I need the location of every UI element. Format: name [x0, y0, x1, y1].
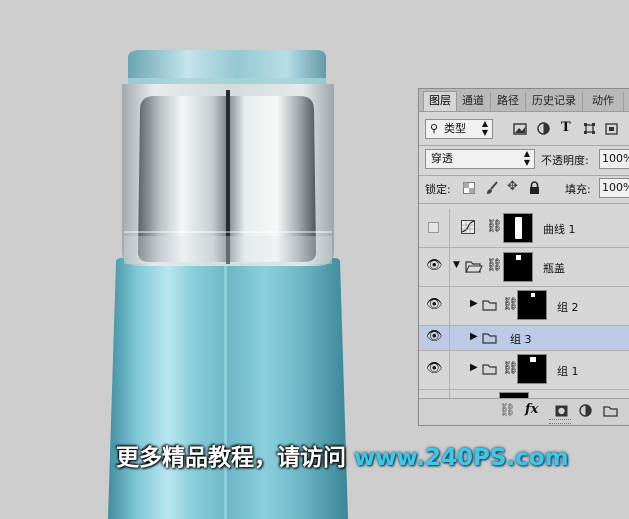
shape-filter-icon[interactable] — [583, 122, 596, 135]
visibility-toggle[interactable] — [419, 209, 450, 247]
folder-icon[interactable] — [603, 405, 618, 417]
eye-icon: 👁 — [426, 329, 443, 344]
panel-footer: ⛓ fx — [419, 398, 629, 425]
eye-icon: 👁 — [426, 258, 443, 273]
lock-label: 锁定: — [425, 183, 451, 196]
layer-group-1[interactable]: 👁 ▶ ⛓ 组 1 — [419, 351, 629, 390]
layer-list: ⛓ 曲线 1 👁 ▼ ⛓ 瓶盖 👁 ▶ ⛓ 组 2 👁 ▶ 组 3 👁 ▶ ⛓ … — [419, 209, 629, 399]
layer-mask-thumbnail[interactable] — [517, 290, 547, 320]
layer-group-cap[interactable]: 👁 ▼ ⛓ 瓶盖 — [419, 248, 629, 287]
lock-transparent-icon[interactable] — [463, 182, 475, 194]
chain-link-icon[interactable]: ⛓ — [486, 258, 503, 273]
filter-row: ⚲ 类型 ▲ ▼ T — [419, 119, 629, 143]
fill-label: 填充: — [565, 183, 591, 196]
panel-tab-bar: 图层 通道 路径 历史记录 动作 — [419, 89, 629, 112]
layer-name: 组 3 — [510, 333, 532, 346]
eye-icon: 👁 — [426, 361, 443, 376]
lock-move-icon[interactable]: ✥ — [507, 179, 518, 194]
visibility-toggle[interactable]: 👁 — [419, 326, 450, 350]
curves-adjustment-icon — [461, 220, 475, 234]
collapse-arrow-icon[interactable]: ▶ — [470, 298, 478, 309]
type-filter-icon[interactable]: T — [561, 120, 571, 135]
layer-mask-thumbnail[interactable] — [503, 213, 533, 243]
folder-icon — [482, 333, 497, 344]
layer-mask-thumbnail[interactable] — [517, 354, 547, 384]
layer-name: 曲线 1 — [543, 223, 576, 236]
filter-kind-select[interactable]: ⚲ 类型 ▲ ▼ — [425, 119, 493, 139]
watermark-url: www.240PS.com — [354, 445, 569, 471]
adjustment-filter-icon[interactable] — [537, 122, 550, 135]
folder-icon — [482, 300, 497, 311]
eye-icon: 👁 — [426, 297, 443, 312]
lock-brush-icon[interactable] — [485, 181, 499, 195]
blend-mode-value: 穿透 — [431, 152, 453, 165]
lock-row: 锁定: ✥ 填充: 100% — [419, 177, 629, 201]
layers-panel: 图层 通道 路径 历史记录 动作 ⚲ 类型 ▲ ▼ T 穿透 ▲ ▼ 不透明度: 1… — [418, 88, 629, 426]
tab-paths[interactable]: 路径 — [491, 92, 526, 111]
visibility-toggle[interactable]: 👁 — [419, 248, 450, 286]
folder-icon — [482, 364, 497, 375]
visibility-off-box — [428, 222, 439, 233]
layer-group-2[interactable]: 👁 ▶ ⛓ 组 2 — [419, 287, 629, 326]
layer-mask-thumbnail[interactable] — [503, 252, 533, 282]
chain-link-icon[interactable]: ⛓ — [486, 219, 503, 234]
collapse-arrow-icon[interactable]: ▶ — [470, 362, 478, 373]
smart-object-filter-icon[interactable] — [605, 122, 618, 135]
tab-actions[interactable]: 动作 — [583, 92, 624, 111]
expand-arrow-icon[interactable]: ▼ — [453, 260, 460, 270]
layer-name: 组 1 — [557, 365, 579, 378]
layer-name: 组 2 — [557, 301, 579, 314]
stepper-icon: ▲ ▼ — [523, 149, 530, 167]
layer-curves[interactable]: ⛓ 曲线 1 — [419, 209, 629, 248]
watermark-text: 更多精品教程，请访问 — [116, 445, 346, 471]
stepper-icon: ▲ ▼ — [481, 119, 488, 137]
link-icon[interactable]: ⛓ — [499, 403, 516, 418]
lock-all-icon[interactable] — [529, 181, 540, 194]
layer-name: 瓶盖 — [543, 262, 565, 275]
watermark: 更多精品教程，请访问 www.240PS.com — [116, 441, 569, 475]
visibility-toggle[interactable]: 👁 — [419, 351, 450, 389]
collapse-arrow-icon[interactable]: ▶ — [470, 331, 478, 342]
tab-history[interactable]: 历史记录 — [526, 92, 583, 111]
opacity-label: 不透明度: — [541, 154, 589, 167]
blend-row: 穿透 ▲▼ 不透明度: 100% — [419, 149, 629, 173]
search-icon: ⚲ — [430, 122, 439, 135]
tab-layers[interactable]: 图层 — [423, 91, 457, 111]
opacity-input[interactable]: 100% — [599, 149, 629, 169]
adjustment-icon[interactable] — [579, 404, 592, 417]
tab-channels[interactable]: 通道 — [456, 92, 491, 111]
resize-grip[interactable] — [549, 419, 571, 424]
mask-icon[interactable] — [555, 405, 568, 417]
blend-mode-select[interactable]: 穿透 ▲ ▼ — [425, 149, 535, 169]
image-filter-icon[interactable] — [513, 123, 527, 135]
fill-input[interactable]: 100% — [599, 178, 629, 198]
folder-open-icon — [465, 261, 483, 273]
layer-group-3[interactable]: 👁 ▶ 组 3 — [419, 326, 629, 351]
filter-kind-value: 类型 — [444, 122, 466, 135]
fx-icon[interactable]: fx — [525, 402, 538, 417]
visibility-toggle[interactable]: 👁 — [419, 287, 450, 325]
